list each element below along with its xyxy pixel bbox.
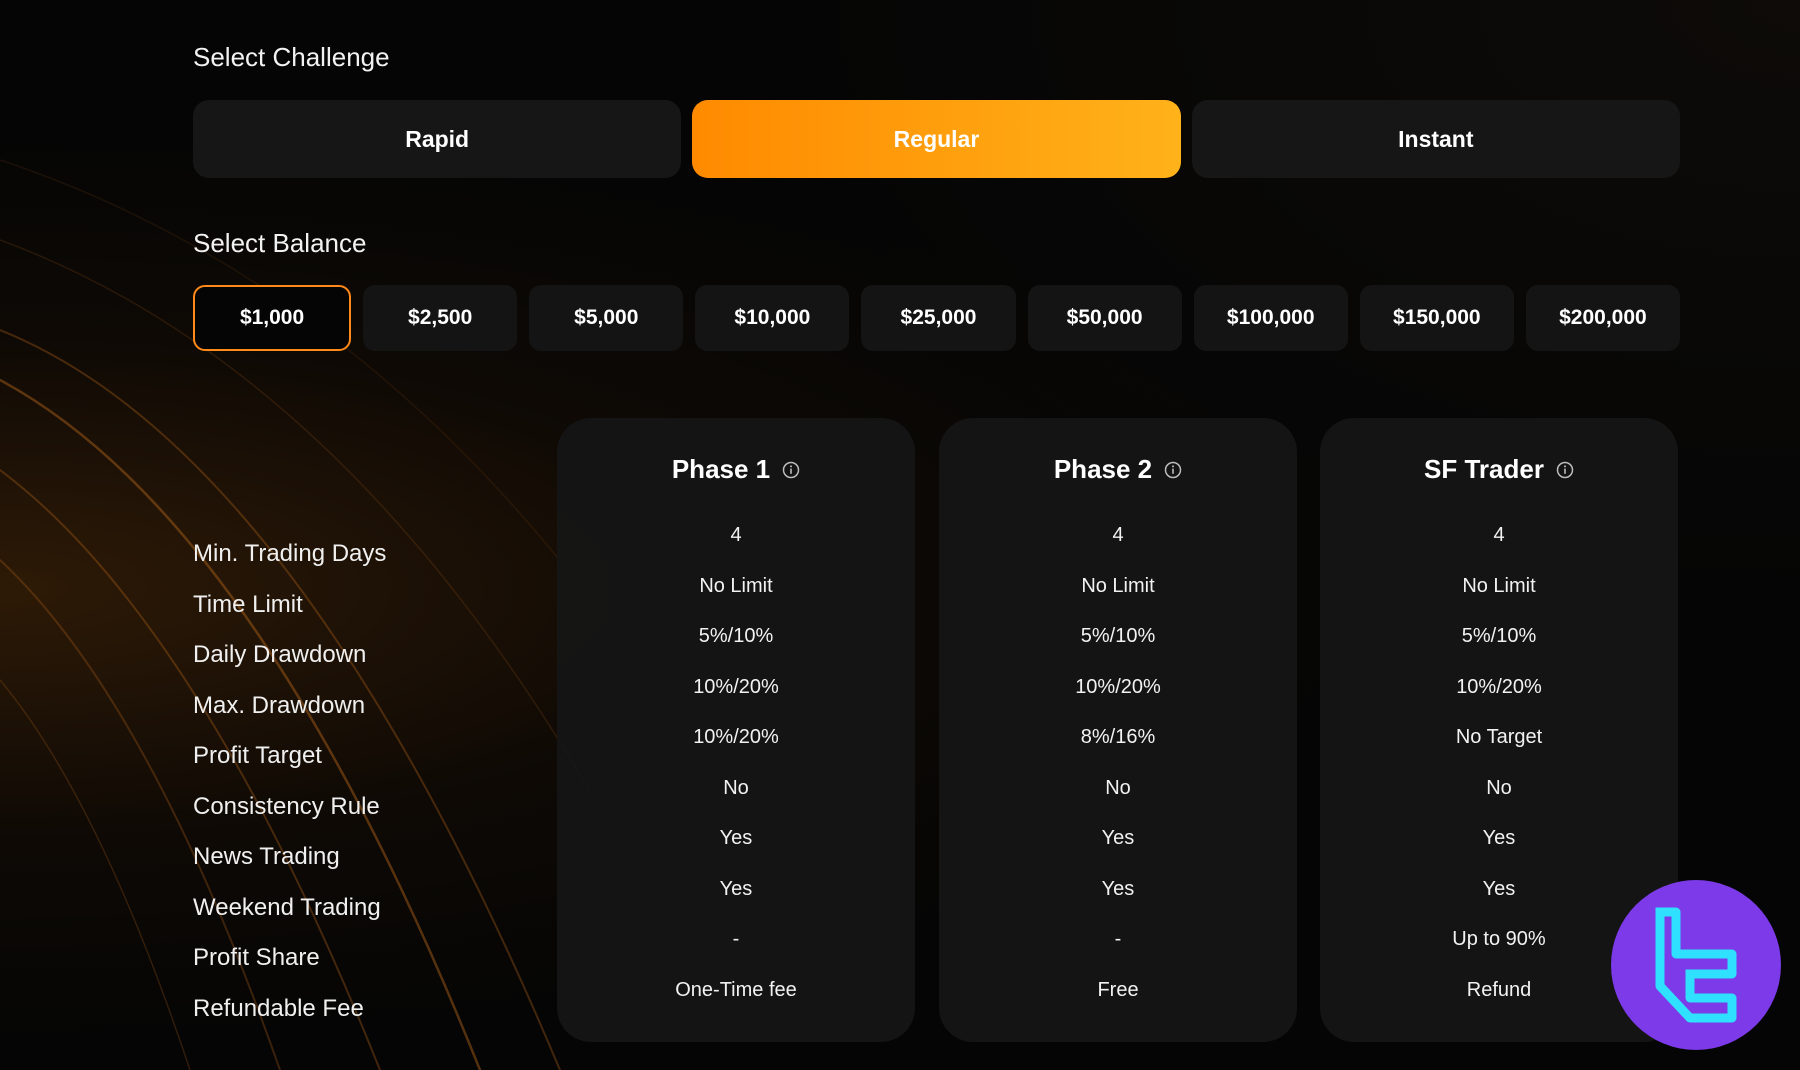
sf-trader-value: 10%/20%	[1456, 675, 1542, 698]
phase-2-value: No Limit	[1081, 574, 1155, 597]
select-balance-label: Select Balance	[193, 228, 367, 258]
phase-2-value: -	[1114, 928, 1122, 950]
row-label-max-drawdown: Max. Drawdown	[193, 691, 366, 719]
phase-1-title: Phase 1	[671, 454, 771, 484]
balance-option-150000[interactable]: $150,000	[1359, 285, 1514, 351]
sf-trader-value: Yes	[1482, 877, 1516, 900]
tradingfinder-logo-icon	[1655, 907, 1737, 1023]
phase-1-value: 5%/10%	[698, 625, 774, 647]
sf-trader-value: Yes	[1482, 827, 1516, 849]
phase-2-title: Phase 2	[1053, 454, 1153, 484]
row-label-min-trading-days: Min. Trading Days	[193, 540, 387, 567]
phase-1-value: Yes	[719, 877, 753, 900]
sf-trader-title: SF Trader	[1424, 454, 1544, 484]
row-label-refundable-fee: Refundable Fee	[193, 994, 364, 1022]
balance-selector: $1,000 $2,500 $5,000 $10,000 $25,000 $50…	[193, 285, 1680, 351]
brand-badge	[1611, 880, 1781, 1050]
sf-trader-header: SF Trader	[1320, 454, 1678, 485]
phase-2-value: No	[1105, 776, 1131, 799]
row-label-news-trading: News Trading	[193, 843, 340, 870]
sf-trader-value: No	[1486, 776, 1512, 799]
phase-1-value: Yes	[719, 827, 753, 849]
balance-option-10000[interactable]: $10,000	[695, 285, 850, 351]
sf-trader-value: 5%/10%	[1461, 625, 1537, 647]
row-label-weekend-trading: Weekend Trading	[193, 893, 381, 921]
select-challenge-label: Select Challenge	[193, 42, 390, 72]
challenge-option-instant[interactable]: Instant	[1191, 100, 1680, 178]
phase-1-value: 4	[730, 524, 742, 546]
phase-1-card: Phase 1 4 No Limit 5%/10% 10%/20% 10%/20…	[557, 418, 915, 1042]
phase-1-info-icon[interactable]	[782, 461, 800, 479]
sf-trader-info-icon[interactable]	[1556, 461, 1574, 479]
challenge-option-regular[interactable]: Regular	[692, 100, 1181, 178]
phase-1-value: No	[723, 776, 749, 799]
phase-2-header: Phase 2	[939, 454, 1297, 485]
phase-2-value: 5%/10%	[1080, 625, 1156, 647]
row-label-daily-drawdown: Daily Drawdown	[193, 641, 367, 668]
phase-2-value: 8%/16%	[1080, 726, 1156, 748]
phase-2-value: 10%/20%	[1075, 675, 1161, 698]
phase-1-value: One-Time fee	[675, 978, 797, 1001]
sf-trader-value: 4	[1493, 524, 1505, 546]
phase-1-header: Phase 1	[557, 454, 915, 485]
row-label-profit-target: Profit Target	[193, 742, 322, 769]
balance-option-2500[interactable]: $2,500	[363, 285, 518, 351]
rules-row-labels: Min. Trading Days Time Limit Daily Drawd…	[193, 533, 386, 1038]
balance-option-1000[interactable]: $1,000	[193, 285, 352, 351]
row-label-time-limit: Time Limit	[193, 590, 303, 618]
phase-1-values: 4 No Limit 5%/10% 10%/20% 10%/20% No Yes…	[557, 520, 915, 1025]
sf-trader-value: No Target	[1455, 726, 1543, 748]
phase-2-value: Free	[1097, 978, 1139, 1001]
phase-2-value: Yes	[1101, 827, 1135, 849]
row-label-profit-share: Profit Share	[193, 944, 320, 971]
challenge-selector: Rapid Regular Instant	[193, 100, 1680, 178]
phase-2-value: Yes	[1101, 877, 1135, 900]
phase-1-value: -	[732, 928, 740, 950]
phase-2-card: Phase 2 4 No Limit 5%/10% 10%/20% 8%/16%…	[939, 418, 1297, 1042]
balance-option-100000[interactable]: $100,000	[1193, 285, 1348, 351]
phase-1-value: 10%/20%	[693, 675, 779, 698]
sf-trader-value: No Limit	[1462, 574, 1536, 597]
balance-option-25000[interactable]: $25,000	[861, 285, 1016, 351]
phase-2-info-icon[interactable]	[1164, 461, 1182, 479]
phase-2-values: 4 No Limit 5%/10% 10%/20% 8%/16% No Yes …	[939, 520, 1297, 1025]
balance-option-50000[interactable]: $50,000	[1027, 285, 1182, 351]
balance-option-5000[interactable]: $5,000	[529, 285, 684, 351]
phase-1-value: No Limit	[699, 574, 773, 597]
phase-1-value: 10%/20%	[693, 726, 779, 748]
phase-2-value: 4	[1112, 524, 1124, 546]
balance-option-200000[interactable]: $200,000	[1525, 285, 1680, 351]
challenge-option-rapid[interactable]: Rapid	[193, 100, 682, 178]
row-label-consistency-rule: Consistency Rule	[193, 792, 380, 820]
